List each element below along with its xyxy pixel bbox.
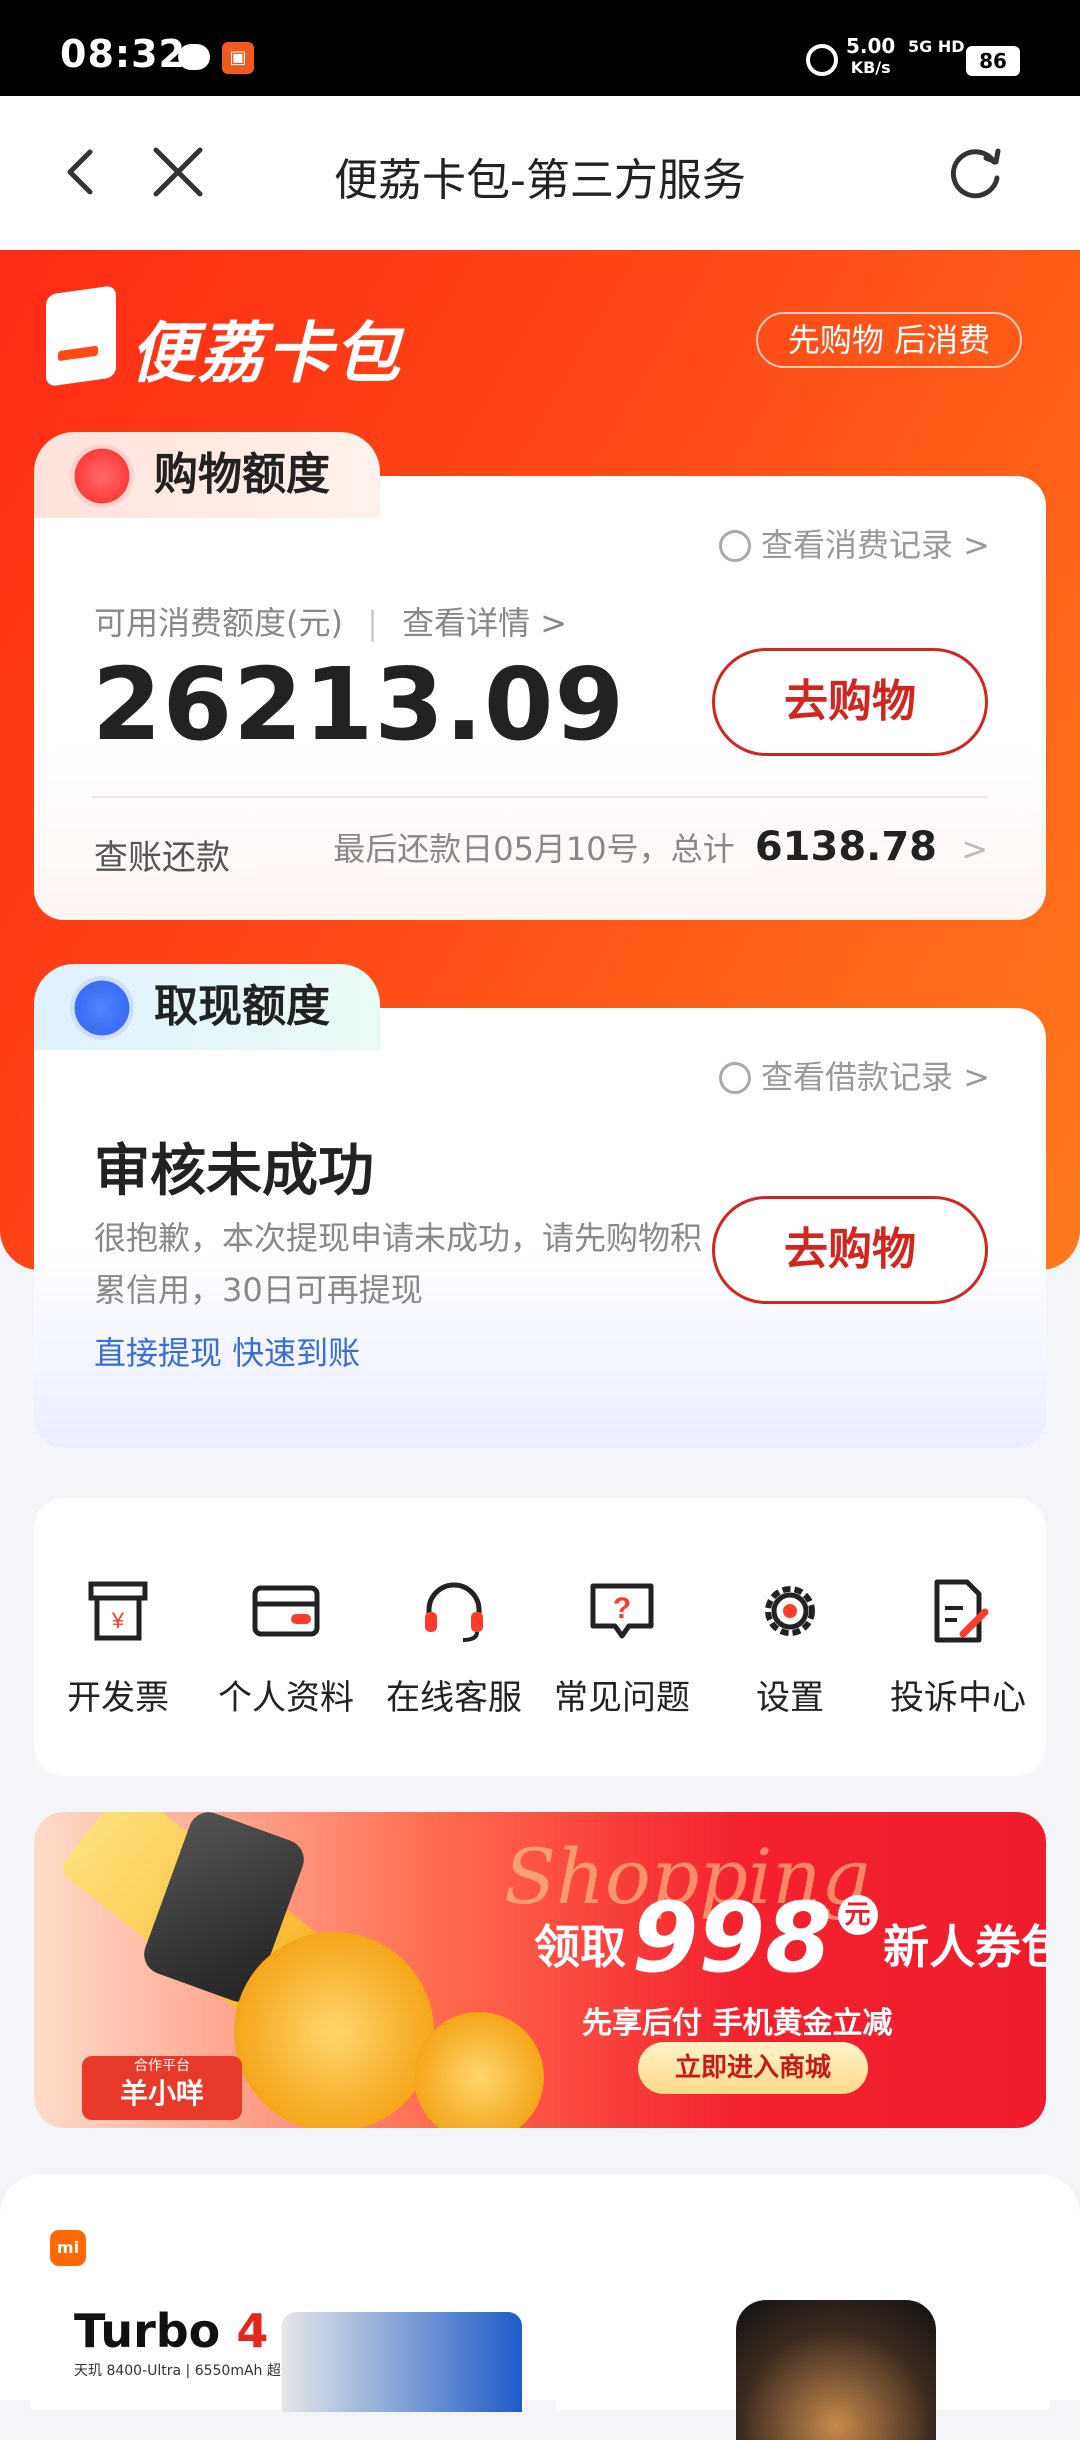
- divider: [92, 796, 988, 798]
- headset-icon: [425, 1582, 483, 1642]
- chat-notification-icon: [178, 44, 210, 70]
- consumption-record-link[interactable]: 查看消费记录 >: [719, 520, 990, 566]
- product-model-name: Turbo: [74, 2304, 221, 2358]
- svg-text:?: ?: [613, 1592, 631, 1625]
- network-speed: 5.00 KB/s: [846, 36, 895, 78]
- cash-credit-tag: 取现额度: [34, 964, 380, 1050]
- service-item-invoice[interactable]: ¥ 开发票: [34, 1576, 202, 1719]
- direct-withdraw-link[interactable]: 直接提现 快速到账: [94, 1328, 360, 1374]
- yuan-coin-image: [414, 2012, 544, 2128]
- cash-credit-tag-label: 取现额度: [154, 981, 330, 1032]
- gold-coin-image: [234, 1932, 434, 2128]
- service-label: 在线客服: [386, 1678, 522, 1718]
- service-item-profile[interactable]: 个人资料: [202, 1576, 370, 1719]
- xiaomi-logo-icon: mi: [50, 2230, 86, 2266]
- banner-subtitle: 先享后付 手机黄金立减: [582, 2006, 893, 2041]
- page-title: 便荔卡包-第三方服务: [334, 155, 746, 206]
- banner-unit: 元: [837, 1895, 878, 1935]
- label-separator: |: [367, 604, 378, 642]
- product-image: [282, 2312, 522, 2412]
- review-status-headline: 审核未成功: [94, 1139, 374, 1204]
- repayment-due-text: 最后还款日05月10号，总计: [333, 830, 735, 868]
- product-model: Turbo 4: [74, 2304, 268, 2358]
- partner-small-label: 合作平台: [134, 2058, 190, 2074]
- review-status-description: 很抱歉，本次提现申请未成功，请先购物积累信用，30日可再提现: [94, 1219, 703, 1309]
- clock-icon: [719, 1062, 751, 1094]
- svg-text:¥: ¥: [111, 1608, 125, 1633]
- chevron-right-icon: >: [961, 830, 988, 868]
- clock-icon: [719, 530, 751, 562]
- repayment-total: 6138.78: [754, 824, 938, 870]
- available-credit-label: 可用消费额度(元): [94, 604, 343, 642]
- shopping-credit-card: 购物额度 查看消费记录 > 可用消费额度(元) | 查看详情 > 26213.0…: [34, 432, 1046, 920]
- network-speed-unit: KB/s: [850, 58, 891, 77]
- service-label: 投诉中心: [890, 1678, 1026, 1718]
- status-time: 08:32: [60, 32, 186, 76]
- partner-name: 羊小咩: [119, 2077, 204, 2110]
- refresh-icon[interactable]: [944, 142, 1006, 204]
- repayment-due-row[interactable]: 最后还款日05月10号，总计 6138.78 >: [333, 824, 988, 870]
- app-notification-icon: ▣: [222, 42, 254, 74]
- product-feed: mi Turbo 4 天玑 8400-Ultra | 6550mAh 超长续航: [0, 2174, 1080, 2440]
- view-details-link[interactable]: 查看详情 >: [402, 604, 567, 642]
- banner-headline: 领取 998 元 新人券包: [534, 1882, 1046, 1994]
- partner-badge: 合作平台 羊小咩: [82, 2056, 242, 2120]
- available-credit-label-row: 可用消费额度(元) | 查看详情 >: [94, 598, 567, 644]
- service-label: 常见问题: [554, 1678, 690, 1718]
- brand-name: 便荔卡包: [130, 315, 402, 392]
- complaint-icon: [934, 1579, 989, 1643]
- consumption-record-label: 查看消费记录 >: [761, 526, 990, 564]
- service-grid: ¥ 开发票 个人资料 在线客服 ? 常见问题 设置 投诉中心: [34, 1498, 1046, 1776]
- service-item-settings[interactable]: 设置: [706, 1576, 874, 1719]
- network-speed-value: 5.00: [846, 34, 896, 58]
- shopping-bag-icon: [70, 444, 134, 508]
- available-credit-amount: 26213.09: [92, 646, 626, 763]
- card-icon: [252, 1585, 320, 1637]
- service-label: 设置: [756, 1678, 824, 1718]
- product-model-number: 4: [236, 2304, 269, 2358]
- yuan-wallet-icon: [70, 976, 134, 1040]
- check-and-repay-link[interactable]: 查账还款: [94, 830, 230, 879]
- question-icon: ?: [590, 1583, 654, 1639]
- banner-prefix: 领取: [534, 1920, 626, 1974]
- banner-number: 998: [631, 1882, 832, 1994]
- go-shopping-button-2[interactable]: 去购物: [712, 1196, 988, 1304]
- service-item-complaint[interactable]: 投诉中心: [874, 1576, 1042, 1719]
- enter-mall-button[interactable]: 立即进入商城: [638, 2042, 868, 2094]
- navigation-bar: 便荔卡包-第三方服务: [0, 96, 1080, 250]
- promo-banner[interactable]: 合作平台 羊小咩 Shopping 领取 998 元 新人券包 先享后付 手机黄…: [34, 1812, 1046, 2128]
- go-shopping-button[interactable]: 去购物: [712, 648, 988, 756]
- banner-suffix: 新人券包: [883, 1920, 1046, 1974]
- service-label: 个人资料: [218, 1678, 354, 1718]
- service-label: 开发票: [67, 1678, 169, 1718]
- service-item-faq[interactable]: ? 常见问题: [538, 1576, 706, 1719]
- gear-icon: [765, 1586, 815, 1636]
- product-card[interactable]: [556, 2210, 1050, 2440]
- cash-credit-card: 取现额度 查看借款记录 > 审核未成功 很抱歉，本次提现申请未成功，请先购物积累…: [34, 964, 1046, 1448]
- wallet-logo-icon: [46, 285, 116, 387]
- slogan-badge: 先购物 后消费: [756, 312, 1022, 368]
- invoice-icon: ¥: [88, 1581, 148, 1641]
- service-item-support[interactable]: 在线客服: [370, 1576, 538, 1719]
- shopping-credit-tag: 购物额度: [34, 432, 380, 518]
- product-image: [736, 2300, 936, 2440]
- loan-record-link[interactable]: 查看借款记录 >: [719, 1052, 990, 1098]
- shopping-credit-tag-label: 购物额度: [154, 449, 330, 500]
- battery-icon: 86: [966, 46, 1020, 76]
- network-signal-icon: 5G HD: [908, 37, 965, 56]
- status-bar: 08:32 ▣ 5.00 KB/s 5G HD 86: [0, 0, 1080, 96]
- alarm-icon: [806, 44, 838, 76]
- loan-record-label: 查看借款记录 >: [761, 1058, 990, 1096]
